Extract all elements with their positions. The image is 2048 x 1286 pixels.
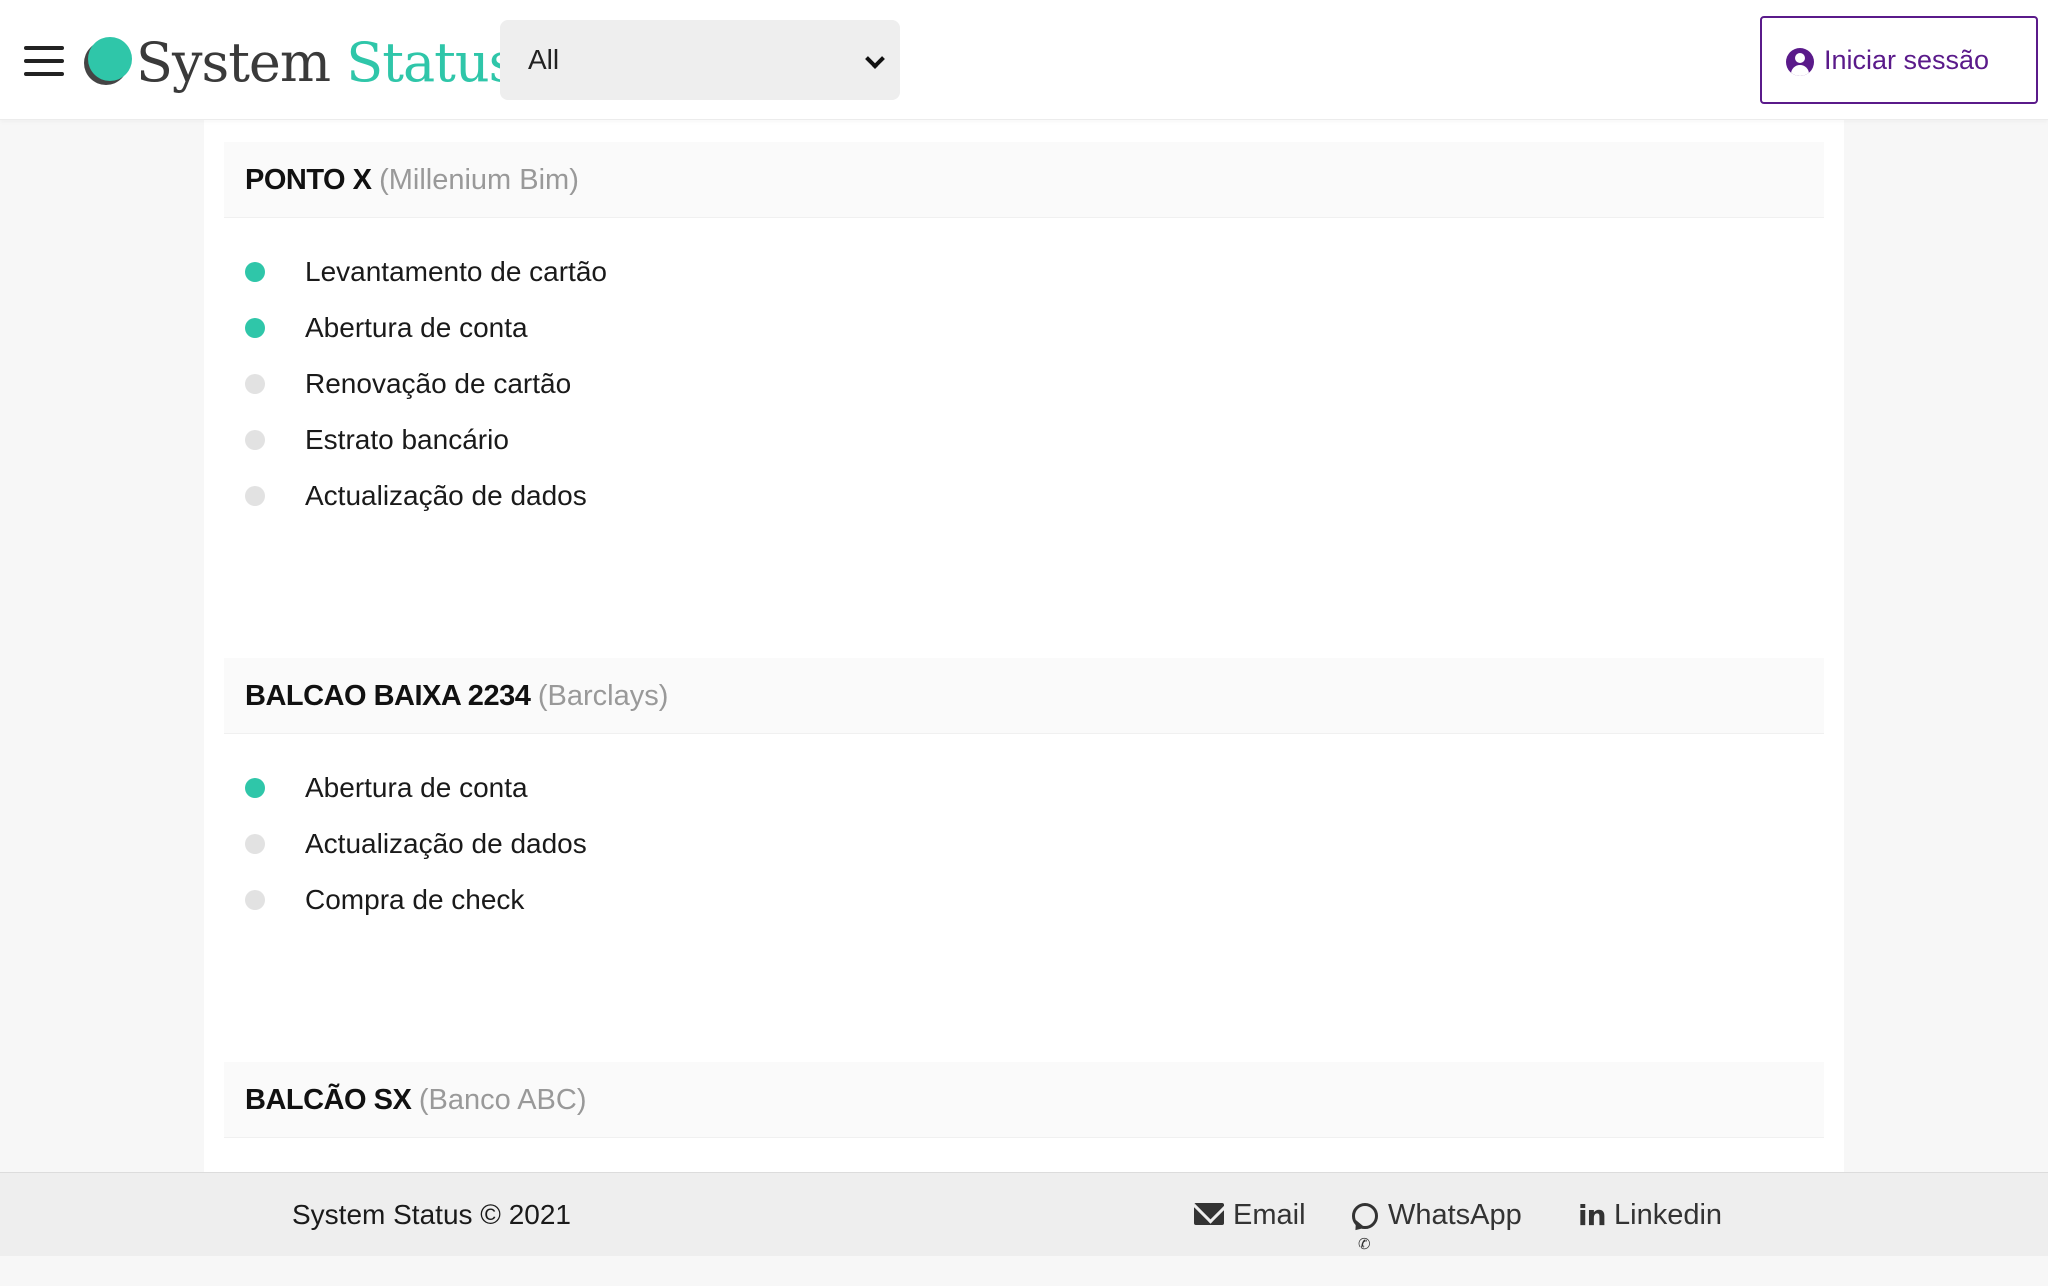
service-item: Estrato bancário bbox=[224, 412, 1124, 468]
location-name: PONTO X bbox=[245, 164, 372, 196]
linkedin-icon: in bbox=[1578, 1199, 1607, 1232]
status-active-indicator bbox=[245, 318, 265, 338]
bank-filter-select[interactable]: All bbox=[500, 20, 900, 100]
location-name: BALCAO BAIXA 2234 bbox=[245, 680, 531, 712]
service-label: Abertura de conta bbox=[305, 312, 528, 343]
location-header: PONTO X (Millenium Bim) bbox=[224, 142, 1824, 218]
location-bank: (Banco ABC) bbox=[418, 1084, 587, 1116]
logo-mark-icon bbox=[84, 37, 132, 85]
service-item: Abertura de conta bbox=[224, 760, 1124, 816]
service-item: Levantamento de cartão bbox=[224, 244, 1124, 300]
service-item: Renovação de cartão bbox=[224, 356, 1124, 412]
brand-word-1: System bbox=[136, 31, 331, 94]
chevron-down-icon bbox=[865, 49, 885, 69]
status-inactive-indicator bbox=[245, 890, 265, 910]
service-item: Abertura de conta bbox=[224, 300, 1124, 356]
service-label: Levantamento de cartão bbox=[305, 256, 607, 287]
service-label: Compra de check bbox=[305, 884, 525, 915]
brand-word-2: Status bbox=[346, 31, 516, 94]
status-list-container: PONTO X (Millenium Bim) Levantamento de … bbox=[204, 120, 1844, 1172]
whatsapp-icon bbox=[1352, 1202, 1378, 1286]
page-footer: System Status © 2021 Email WhatsApp in L… bbox=[0, 1172, 2048, 1286]
status-inactive-indicator bbox=[245, 430, 265, 450]
login-button[interactable]: Iniciar sessão bbox=[1760, 16, 2038, 104]
location-name: BALCÃO SX bbox=[245, 1084, 412, 1116]
hamburger-menu-icon[interactable] bbox=[24, 44, 66, 78]
status-inactive-indicator bbox=[245, 374, 265, 394]
status-active-indicator bbox=[245, 778, 265, 798]
envelope-icon bbox=[1194, 1203, 1224, 1225]
service-label: Estrato bancário bbox=[305, 424, 509, 455]
service-label: Actualização de dados bbox=[305, 480, 587, 511]
brand-name: System Status bbox=[136, 28, 516, 98]
location-title: BALCAO BAIXA 2234 (Barclays) bbox=[245, 658, 668, 734]
service-label: Actualização de dados bbox=[305, 828, 587, 859]
copyright-text: System Status © 2021 bbox=[292, 1199, 571, 1230]
footer-link-label: WhatsApp bbox=[1388, 1199, 1522, 1231]
location-title: BALCÃO SX (Banco ABC) bbox=[245, 1062, 587, 1138]
service-label: Renovação de cartão bbox=[305, 368, 572, 399]
location-header: BALCAO BAIXA 2234 (Barclays) bbox=[224, 658, 1824, 734]
location-bank: (Millenium Bim) bbox=[379, 164, 579, 196]
status-inactive-indicator bbox=[245, 486, 265, 506]
top-navbar: System Status All Iniciar sessão bbox=[0, 0, 2048, 120]
service-label: Abertura de conta bbox=[305, 772, 528, 803]
status-active-indicator bbox=[245, 262, 265, 282]
login-button-label: Iniciar sessão bbox=[1824, 45, 1990, 75]
location-bank: (Barclays) bbox=[537, 680, 669, 712]
location-title: PONTO X (Millenium Bim) bbox=[245, 142, 579, 218]
footer-link-label: Linkedin bbox=[1614, 1199, 1723, 1231]
user-circle-icon bbox=[1786, 48, 1814, 76]
status-inactive-indicator bbox=[245, 834, 265, 854]
service-item: Actualização de dados bbox=[224, 816, 1124, 872]
service-item: Actualização de dados bbox=[224, 468, 1124, 524]
footer-link-label: Email bbox=[1233, 1199, 1306, 1231]
service-item: Compra de check bbox=[224, 872, 1124, 928]
bank-filter-value: All bbox=[528, 44, 560, 75]
location-header: BALCÃO SX (Banco ABC) bbox=[224, 1062, 1824, 1138]
